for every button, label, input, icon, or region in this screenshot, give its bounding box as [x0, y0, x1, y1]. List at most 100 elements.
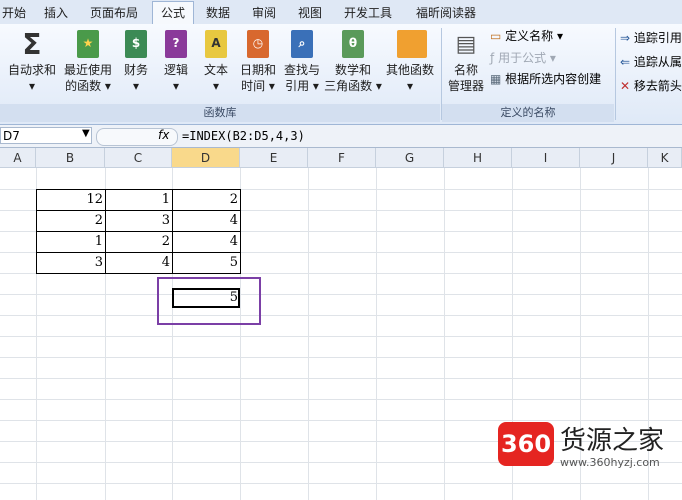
cell-c4[interactable]: 2	[105, 231, 172, 252]
cell-c5[interactable]: 4	[105, 252, 172, 273]
math-label-2: 三角函数 ▾	[324, 79, 382, 93]
create-from-selection-icon: ▦	[490, 72, 502, 86]
math-trig-button[interactable]: θ 数学和 三角函数 ▾	[324, 30, 382, 94]
formula-bar: D7 ▼ fx =INDEX(B2:D5,4,3)	[0, 125, 682, 148]
tab-insert[interactable]: 插入	[38, 3, 74, 23]
create-from-selection-label: 根据所选内容创建	[505, 72, 602, 86]
math-book-icon: θ	[340, 30, 366, 60]
watermark-url: www.360hyzj.com	[560, 456, 660, 469]
create-from-selection-button[interactable]: ▦ 根据所选内容创建	[490, 71, 601, 87]
define-name-button[interactable]: ▭ 定义名称 ▾	[490, 28, 563, 44]
text-label: 文本	[203, 63, 228, 77]
column-header-a[interactable]: A	[0, 148, 36, 168]
grid-line	[308, 168, 309, 500]
watermark-name: 货源之家	[560, 426, 665, 456]
remove-arrows-label: 移去箭头	[633, 79, 682, 93]
column-header-b[interactable]: B	[36, 148, 105, 168]
autosum-label: 自动求和	[7, 63, 56, 77]
name-manager-label-2: 管理器	[447, 79, 484, 93]
lookup-label-2: 引用 ▾	[285, 79, 319, 93]
column-header-c[interactable]: C	[105, 148, 172, 168]
tab-data[interactable]: 数据	[200, 3, 236, 23]
formula-input[interactable]: =INDEX(B2:D5,4,3)	[182, 127, 305, 145]
date-book-icon: ◷	[245, 30, 271, 60]
name-box-dropdown-icon[interactable]: ▼	[82, 128, 90, 139]
cell-b5[interactable]: 3	[36, 252, 105, 273]
text-button[interactable]: A 文本 ▾	[196, 30, 236, 94]
text-dropdown: ▾	[212, 79, 220, 93]
financial-dropdown: ▾	[132, 79, 140, 93]
use-in-formula-icon: ƒ	[490, 51, 495, 65]
tab-foxit-reader[interactable]: 福昕阅读器	[408, 3, 484, 23]
column-header-j[interactable]: J	[580, 148, 648, 168]
tab-view[interactable]: 视图	[292, 3, 328, 23]
use-in-formula-button[interactable]: ƒ 用于公式 ▾	[490, 50, 556, 66]
column-header-f[interactable]: F	[308, 148, 376, 168]
recent-book-icon: ★	[75, 30, 101, 60]
column-header-e[interactable]: E	[240, 148, 308, 168]
grid-line	[0, 357, 682, 358]
financial-button[interactable]: $ 财务 ▾	[116, 30, 156, 94]
define-name-icon: ▭	[490, 29, 502, 43]
tab-home[interactable]: 开始	[0, 3, 28, 23]
column-header-h[interactable]: H	[444, 148, 512, 168]
watermark-logo: 360 货源之家 www.360hyzj.com	[498, 420, 682, 480]
trace-precedents-icon: ⇒	[620, 31, 631, 45]
grid-line	[0, 336, 682, 337]
more-functions-button[interactable]: 其他函数 ▾	[382, 30, 438, 94]
logical-label: 逻辑	[163, 63, 188, 77]
cell-b3[interactable]: 2	[36, 210, 105, 231]
defined-names-label: 定义的名称	[500, 106, 556, 119]
recent-functions-button[interactable]: ★ 最近使用 的函数 ▾	[60, 30, 116, 94]
cell-d4[interactable]: 4	[172, 231, 240, 252]
cell-d2[interactable]: 2	[172, 189, 240, 210]
column-header-g[interactable]: G	[376, 148, 444, 168]
watermark-badge: 360	[498, 422, 554, 466]
tab-developer[interactable]: 开发工具	[338, 3, 398, 23]
trace-dependents-label: 追踪从属	[633, 55, 682, 69]
recent-label: 最近使用	[63, 63, 112, 77]
lookup-reference-button[interactable]: ⌕ 查找与 引用 ▾	[280, 30, 324, 94]
insert-function-icon[interactable]: fx	[158, 128, 169, 142]
trace-dependents-icon: ⇐	[620, 55, 631, 69]
column-header-k[interactable]: K	[648, 148, 682, 168]
grid-line	[0, 315, 682, 316]
cell-c3[interactable]: 3	[105, 210, 172, 231]
autosum-button[interactable]: Σ 自动求和 ▾	[4, 30, 60, 94]
cell-b2[interactable]: 12	[36, 189, 105, 210]
cell-b4[interactable]: 1	[36, 231, 105, 252]
cell-d3[interactable]: 4	[172, 210, 240, 231]
remove-arrows-button[interactable]: ✕ 移去箭头	[620, 78, 682, 94]
cell-d7[interactable]: 5	[172, 287, 240, 308]
name-manager-label: 名称	[453, 63, 478, 77]
sigma-icon: Σ	[22, 28, 42, 61]
tab-formulas[interactable]: 公式	[152, 1, 194, 25]
grid-line	[444, 168, 445, 500]
function-library-label: 函数库	[203, 106, 237, 119]
lookup-label: 查找与	[283, 63, 320, 77]
more-functions-dropdown: ▾	[406, 79, 414, 93]
trace-precedents-button[interactable]: ⇒ 追踪引用	[620, 30, 682, 46]
ribbon: 函数库 Σ 自动求和 ▾ ★ 最近使用 的函数 ▾ $ 财务 ▾ ? 逻辑 ▾ …	[0, 24, 682, 125]
remove-arrows-icon: ✕	[620, 79, 631, 93]
name-manager-button[interactable]: ▤ 名称 管理器	[444, 30, 488, 94]
trace-dependents-button[interactable]: ⇐ 追踪从属	[620, 54, 682, 70]
math-label: 数学和	[334, 63, 371, 77]
date-time-button[interactable]: ◷ 日期和 时间 ▾	[236, 30, 280, 94]
autosum-dropdown: ▾	[28, 79, 36, 93]
grid-line	[376, 168, 377, 500]
tab-page-layout[interactable]: 页面布局	[84, 3, 144, 23]
tab-review[interactable]: 审阅	[246, 3, 282, 23]
date-label: 日期和	[239, 63, 276, 77]
name-box[interactable]: D7	[0, 127, 92, 144]
column-header-i[interactable]: I	[512, 148, 580, 168]
cell-d5[interactable]: 5	[172, 252, 240, 273]
financial-label: 财务	[123, 63, 148, 77]
grid-line	[0, 399, 682, 400]
cell-c2[interactable]: 1	[105, 189, 172, 210]
logical-button[interactable]: ? 逻辑 ▾	[156, 30, 196, 94]
recent-label-2: 的函数 ▾	[65, 79, 111, 93]
ribbon-tab-bar: 开始 插入 页面布局 公式 数据 审阅 视图 开发工具 福昕阅读器	[0, 0, 682, 25]
column-header-d[interactable]: D	[172, 148, 240, 168]
use-in-formula-label: 用于公式 ▾	[498, 51, 556, 65]
